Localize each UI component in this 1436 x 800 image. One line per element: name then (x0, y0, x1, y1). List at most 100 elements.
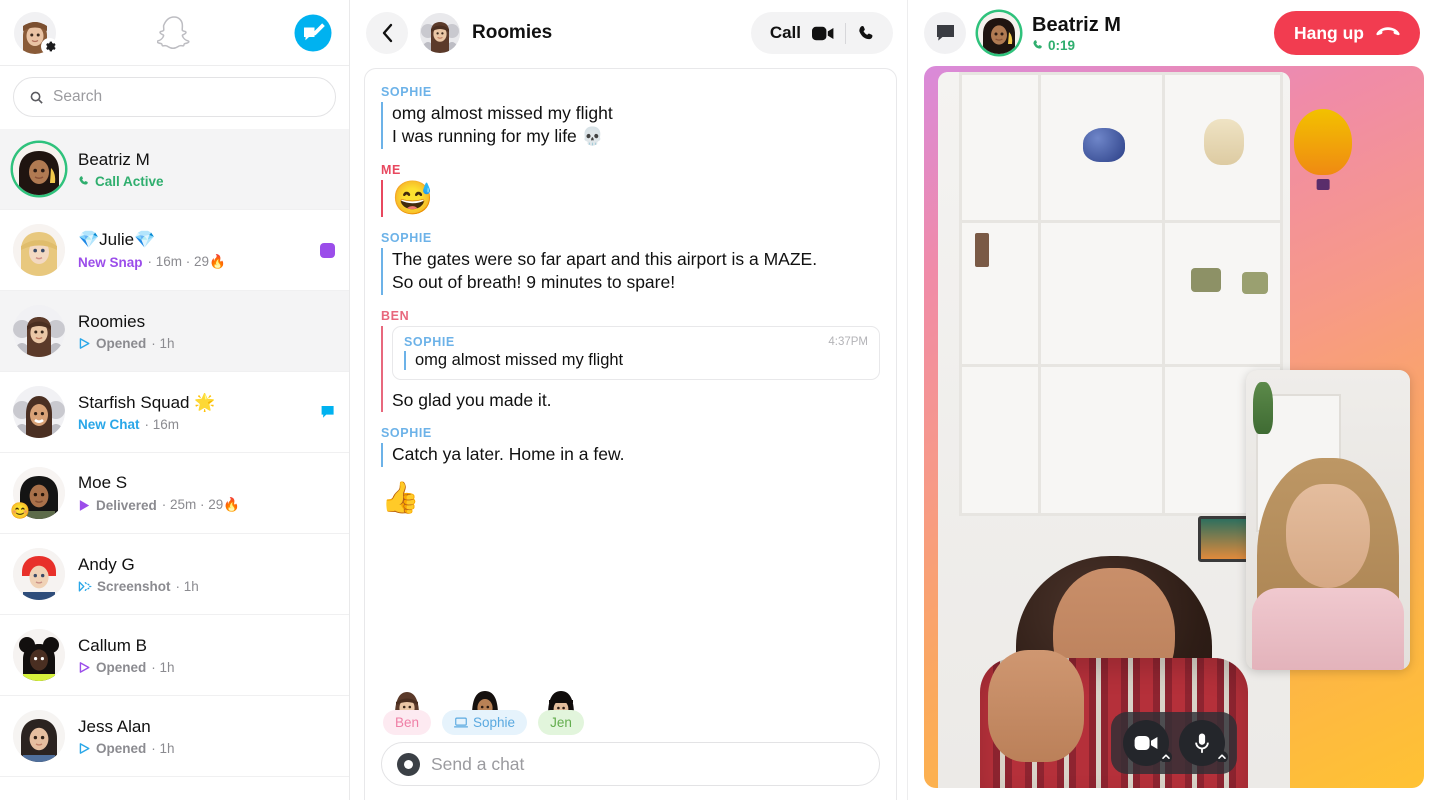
camera-lens-icon[interactable] (397, 752, 420, 776)
call-button[interactable]: Call (750, 12, 893, 54)
snapchat-window: Search Beatriz M Call Active 💎Julie💎 New Sn… (0, 0, 1436, 800)
phone-icon[interactable] (857, 24, 876, 43)
conversation-item[interactable]: Andy G Screenshot · 1h (0, 534, 349, 615)
chat-message[interactable]: SOPHIE Catch ya later. Home in a few. (381, 426, 880, 467)
conversation-item[interactable]: 💎Julie💎 New Snap · 16m · 29🔥 (0, 210, 349, 291)
chevron-up-icon[interactable] (1159, 749, 1173, 767)
bitmoji-avatar (13, 305, 65, 357)
avatar[interactable] (13, 629, 65, 681)
call-header: Beatriz M 0:19 Hang up (908, 0, 1436, 66)
hangup-label: Hang up (1294, 22, 1364, 43)
conversation-status: New Chat · 16m (78, 417, 307, 432)
conversation-status: New Snap · 16m · 29🔥 (78, 254, 307, 270)
conversation-item[interactable]: 😊 Moe S Delivered · 25m · 29🔥 (0, 453, 349, 534)
bitmoji-sticker[interactable]: 👍 (381, 480, 880, 515)
status-text: Delivered (96, 497, 157, 513)
search-input[interactable]: Search (13, 77, 336, 117)
presence-chip[interactable]: Ben (383, 710, 432, 735)
chat-message[interactable]: 👍 (381, 480, 880, 515)
message-line: I was running for my life 💀 (392, 126, 604, 147)
chat-bubble-icon[interactable] (924, 12, 966, 54)
conversation-item[interactable]: Roomies Opened · 1h (0, 291, 349, 372)
presence-indicator[interactable]: Sophie (442, 689, 528, 735)
conversation-status: Delivered · 25m · 29🔥 (78, 497, 335, 513)
divider (845, 22, 846, 44)
chat-message[interactable]: ME 😅 (381, 163, 880, 217)
laptop-icon (454, 717, 469, 728)
new-chat-badge[interactable] (320, 405, 335, 419)
message-line: omg almost missed my flight (392, 103, 613, 123)
video-camera-icon[interactable] (812, 26, 834, 41)
status-text: New Chat (78, 416, 140, 432)
chat-message[interactable]: SOPHIE The gates were so far apart and th… (381, 231, 880, 295)
conversation-name: Andy G (78, 554, 135, 574)
quoted-message[interactable]: SOPHIE 4:37PM omg almost missed my flight (392, 325, 880, 380)
presence-chip[interactable]: Sophie (442, 710, 528, 735)
mic-toggle-button[interactable] (1179, 720, 1228, 766)
chat-message[interactable]: BEN SOPHIE 4:37PM omg almost missed my flig… (381, 309, 880, 413)
status-meta: · 1h (151, 659, 175, 675)
phone-icon (1033, 40, 1042, 49)
bitmoji-avatar (13, 386, 65, 438)
group-avatar[interactable] (420, 13, 460, 53)
conversation-name: Callum B (78, 635, 147, 655)
avatar[interactable] (13, 143, 65, 195)
new-chat-icon[interactable] (291, 11, 335, 55)
call-controls (1111, 712, 1237, 774)
avatar[interactable] (13, 710, 65, 762)
presence-chip[interactable]: Jen (538, 710, 584, 735)
conversation-text: Jess Alan Opened · 1h (78, 717, 335, 756)
search-icon (30, 91, 43, 104)
status-meta: · 16m · 29🔥 (147, 254, 226, 269)
balloon-decor (1294, 109, 1352, 176)
search-container: Search (0, 66, 349, 129)
avatar[interactable] (13, 548, 65, 600)
bitmoji-avatar (13, 224, 65, 276)
avatar[interactable]: 😊 (10, 467, 65, 520)
conversation-item[interactable]: Beatriz M Call Active (0, 129, 349, 210)
hangup-button[interactable]: Hang up (1274, 11, 1420, 55)
presence-indicator[interactable]: Ben (383, 689, 432, 735)
quote-sender: SOPHIE (404, 334, 455, 349)
avatar[interactable] (13, 224, 65, 276)
message-body: omg almost missed my flight I was running… (381, 102, 880, 149)
new-snap-badge[interactable] (320, 242, 335, 258)
quote-timestamp: 4:37PM (828, 335, 868, 348)
chat-message[interactable]: SOPHIE omg almost missed my flight I was r… (381, 85, 880, 149)
message-thread: SOPHIE omg almost missed my flight I was r… (365, 69, 896, 689)
presence-indicator[interactable]: Jen (538, 689, 584, 735)
profile-avatar[interactable] (14, 11, 58, 55)
message-sender: ME (381, 162, 401, 177)
conversation-text: Callum B Opened · 1h (78, 636, 335, 675)
conversation-status: Call Active (78, 174, 335, 189)
back-chevron-icon[interactable] (366, 12, 408, 54)
search-placeholder: Search (53, 88, 103, 105)
call-participant: Beatriz M 0:19 (1032, 14, 1262, 53)
self-video-pip[interactable] (1246, 370, 1410, 670)
conversation-text: Andy G Screenshot · 1h (78, 555, 335, 594)
conversation-list: Beatriz M Call Active 💎Julie💎 New Snap · 16… (0, 129, 349, 800)
avatar[interactable] (13, 305, 65, 357)
conversation-item[interactable]: Jess Alan Opened · 1h (0, 696, 349, 777)
conversation-name: Jess Alan (78, 716, 151, 736)
main-video-feed[interactable] (938, 72, 1290, 788)
conversation-item[interactable]: Callum B Opened · 1h (0, 615, 349, 696)
chat-input[interactable]: Send a chat (381, 742, 880, 786)
status-meta: · 1h (175, 578, 199, 594)
conversation-name: 💎Julie💎 (78, 230, 156, 249)
screenshot-icon (78, 580, 92, 592)
chevron-up-icon[interactable] (1215, 749, 1229, 767)
avatar[interactable] (13, 386, 65, 438)
phone-icon (79, 176, 88, 185)
video-camera-icon (1134, 736, 1158, 750)
status-text: New Snap (78, 254, 143, 270)
bitmoji-avatar (13, 710, 65, 762)
call-name: Beatriz M (1032, 13, 1121, 36)
camera-toggle-button[interactable] (1123, 720, 1172, 766)
conversation-item[interactable]: Starfish Squad 🌟 New Chat · 16m (0, 372, 349, 453)
conversation-status: Opened · 1h (78, 660, 335, 675)
conversation-text: Roomies Opened · 1h (78, 312, 335, 351)
bitmoji-avatar (13, 143, 65, 195)
gear-icon[interactable] (41, 37, 58, 55)
status-text: Opened (96, 740, 147, 756)
